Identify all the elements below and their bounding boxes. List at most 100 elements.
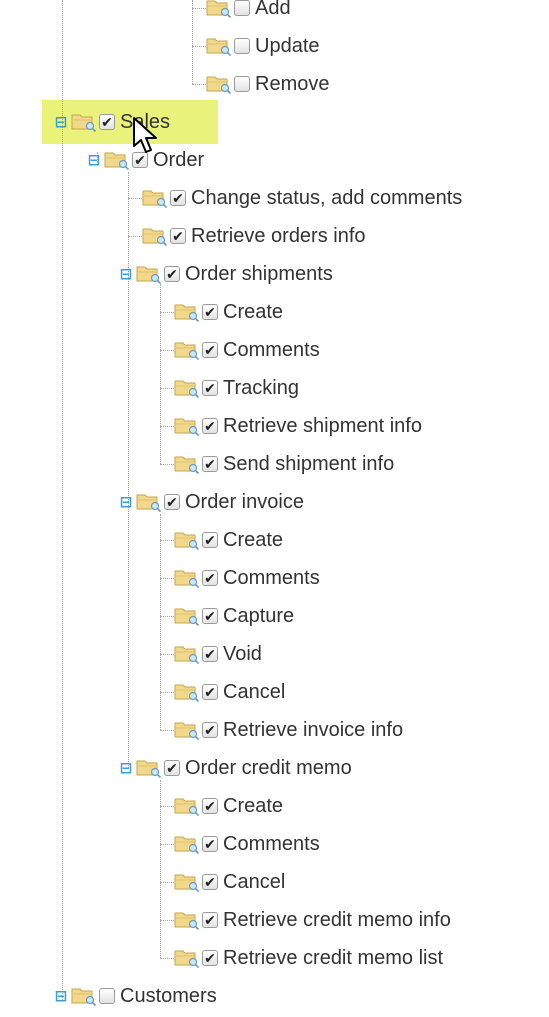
checkbox[interactable]: ✔ <box>202 798 218 814</box>
tree-node-credit-memo-item[interactable]: ✔ Cancel <box>174 865 285 899</box>
tree-node-change-status[interactable]: ✔ Change status, add comments <box>142 181 462 215</box>
tree-node-shipment-item[interactable]: ✔ Tracking <box>174 371 299 405</box>
tree-node-shipment-item[interactable]: ✔ Retrieve shipment info <box>174 409 422 443</box>
tree-node-order-credit-memo[interactable]: ⊟ ✔ Order credit memo <box>118 751 352 785</box>
checkbox[interactable]: ✔ <box>202 684 218 700</box>
folder-icon <box>136 491 162 513</box>
checkbox[interactable]: ✔ <box>202 570 218 586</box>
checkbox[interactable] <box>234 0 250 16</box>
checkbox[interactable]: ✔ <box>202 304 218 320</box>
folder-icon <box>174 643 200 665</box>
checkbox[interactable]: ✔ <box>164 266 180 282</box>
tree-connector <box>160 844 174 845</box>
tree-connector <box>160 806 174 807</box>
checkbox[interactable]: ✔ <box>170 190 186 206</box>
tree-connector <box>192 8 206 9</box>
collapse-toggle-icon[interactable]: ⊟ <box>53 114 69 130</box>
collapse-toggle-icon[interactable]: ⊟ <box>53 988 69 1004</box>
checkbox[interactable]: ✔ <box>202 836 218 852</box>
folder-icon <box>206 73 232 95</box>
tree-node-label: Cancel <box>223 680 286 703</box>
tree-node-shipment-item[interactable]: ✔ Create <box>174 295 283 329</box>
checkbox[interactable]: ✔ <box>202 532 218 548</box>
folder-icon <box>174 529 200 551</box>
folder-icon <box>136 757 162 779</box>
folder-icon <box>174 833 200 855</box>
tree-node-add[interactable]: Add <box>206 0 291 25</box>
folder-icon <box>174 301 200 323</box>
tree-node-shipment-item[interactable]: ✔ Comments <box>174 333 320 367</box>
folder-icon <box>104 149 130 171</box>
tree-connector <box>160 540 174 541</box>
folder-icon <box>174 453 200 475</box>
tree-node-retrieve-orders[interactable]: ✔ Retrieve orders info <box>142 219 366 253</box>
tree-node-label: Create <box>223 794 284 817</box>
acl-resource-tree: Add Update Remove ⊟ ✔ Sales ⊟ ✔ Order ✔ … <box>0 0 549 1017</box>
tree-node-shipment-item[interactable]: ✔ Send shipment info <box>174 447 394 481</box>
checkbox[interactable]: ✔ <box>164 760 180 776</box>
tree-node-invoice-item[interactable]: ✔ Retrieve invoice info <box>174 713 403 747</box>
checkbox[interactable]: ✔ <box>202 912 218 928</box>
checkbox[interactable] <box>99 988 115 1004</box>
folder-icon <box>174 681 200 703</box>
tree-node-order-invoice[interactable]: ⊟ ✔ Order invoice <box>118 485 304 519</box>
tree-node-label: Retrieve credit memo info <box>223 908 451 931</box>
tree-connector <box>160 920 174 921</box>
tree-node-credit-memo-item[interactable]: ✔ Retrieve credit memo list <box>174 941 443 975</box>
checkbox[interactable]: ✔ <box>202 380 218 396</box>
tree-connector <box>160 284 161 464</box>
collapse-toggle-icon[interactable]: ⊟ <box>118 494 134 510</box>
checkbox[interactable]: ✔ <box>202 874 218 890</box>
tree-node-label: Retrieve orders info <box>191 224 366 247</box>
folder-icon <box>174 719 200 741</box>
tree-node-label: Remove <box>255 72 330 95</box>
collapse-toggle-icon[interactable]: ⊟ <box>118 266 134 282</box>
tree-connector <box>160 654 174 655</box>
tree-connector <box>128 198 142 199</box>
tree-connector <box>192 46 206 47</box>
tree-connector <box>160 514 161 730</box>
checkbox[interactable]: ✔ <box>202 342 218 358</box>
tree-node-credit-memo-item[interactable]: ✔ Retrieve credit memo info <box>174 903 451 937</box>
tree-connector <box>128 236 142 237</box>
tree-node-label: Add <box>255 0 291 19</box>
tree-node-invoice-item[interactable]: ✔ Create <box>174 523 283 557</box>
checkbox[interactable] <box>234 76 250 92</box>
tree-node-label: Retrieve invoice info <box>223 718 404 741</box>
tree-node-credit-memo-item[interactable]: ✔ Comments <box>174 827 320 861</box>
checkbox[interactable]: ✔ <box>202 418 218 434</box>
tree-node-remove[interactable]: Remove <box>206 67 329 101</box>
collapse-toggle-icon[interactable]: ⊟ <box>118 760 134 776</box>
checkbox[interactable]: ✔ <box>202 646 218 662</box>
tree-connector <box>192 84 206 85</box>
folder-icon <box>174 947 200 969</box>
checkbox[interactable]: ✔ <box>99 114 115 130</box>
tree-connector <box>62 0 63 1000</box>
folder-icon <box>174 415 200 437</box>
tree-node-order-shipments[interactable]: ⊟ ✔ Order shipments <box>118 257 333 291</box>
tree-node-label: Order invoice <box>185 490 304 513</box>
tree-node-label: Cancel <box>223 870 286 893</box>
tree-node-invoice-item[interactable]: ✔ Void <box>174 637 262 671</box>
collapse-toggle-icon[interactable]: ⊟ <box>86 152 102 168</box>
tree-node-customers[interactable]: ⊟ Customers <box>53 979 217 1013</box>
checkbox[interactable] <box>234 38 250 54</box>
folder-icon <box>174 377 200 399</box>
tree-node-invoice-item[interactable]: ✔ Comments <box>174 561 320 595</box>
folder-icon <box>206 0 232 19</box>
folder-icon <box>174 909 200 931</box>
tree-node-invoice-item[interactable]: ✔ Cancel <box>174 675 285 709</box>
tree-node-update[interactable]: Update <box>206 29 320 63</box>
checkbox[interactable]: ✔ <box>164 494 180 510</box>
checkbox[interactable]: ✔ <box>170 228 186 244</box>
checkbox[interactable]: ✔ <box>202 608 218 624</box>
checkbox[interactable]: ✔ <box>202 950 218 966</box>
checkbox[interactable]: ✔ <box>202 456 218 472</box>
tree-connector <box>160 350 174 351</box>
tree-connector <box>160 882 174 883</box>
tree-node-label: Send shipment info <box>223 452 395 475</box>
tree-node-invoice-item[interactable]: ✔ Capture <box>174 599 294 633</box>
tree-node-credit-memo-item[interactable]: ✔ Create <box>174 789 283 823</box>
folder-icon <box>206 35 232 57</box>
checkbox[interactable]: ✔ <box>202 722 218 738</box>
